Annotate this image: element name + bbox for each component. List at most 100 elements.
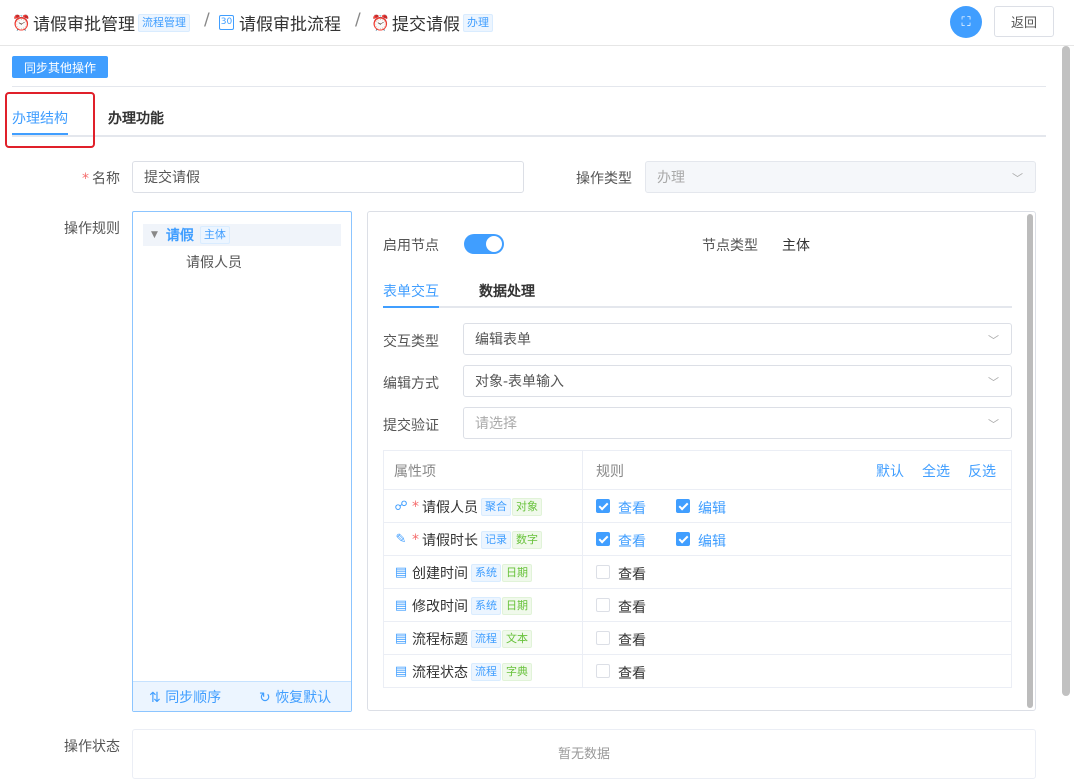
select-all-action[interactable]: 全选 (922, 461, 950, 481)
default-action[interactable]: 默认 (876, 461, 904, 481)
breadcrumb-label: 提交请假 (392, 15, 460, 35)
enable-node-switch[interactable] (464, 234, 504, 254)
tree-node-root[interactable]: ▼ 请假 主体 (143, 224, 341, 246)
property-tag: 数字 (512, 530, 542, 549)
tree-node-child[interactable]: 请假人员 (186, 252, 242, 272)
link-icon: ☍ (394, 499, 408, 514)
view-checkbox[interactable] (596, 631, 610, 645)
breadcrumb-tag: 流程管理 (138, 13, 190, 32)
edit-mode-label: 编辑方式 (383, 376, 439, 392)
fullscreen-icon: ⛶ (961, 14, 971, 30)
view-checkbox[interactable] (596, 532, 610, 546)
sync-order-button[interactable]: ⇅ 同步顺序 (149, 687, 221, 707)
property-name: 修改时间 (412, 598, 468, 615)
panel-scrollbar[interactable] (1027, 214, 1033, 708)
calendar-icon: 30 (219, 15, 234, 30)
view-checkbox-label: 查看 (618, 666, 646, 682)
caret-down-icon: ▼ (151, 230, 158, 240)
edit-checkbox-label: 编辑 (698, 534, 726, 550)
chevron-down-icon: ﹀ (988, 376, 999, 389)
subtabs-divider (383, 306, 1012, 308)
view-checkbox[interactable] (596, 598, 610, 612)
status-label: 操作状态 (64, 739, 120, 755)
tree-node-tag: 主体 (199, 226, 230, 244)
view-checkbox-label: 查看 (618, 600, 646, 616)
back-button[interactable]: 返回 (994, 6, 1054, 37)
column-header-property: 属性项 (394, 464, 436, 480)
restore-default-button[interactable]: ↻ 恢复默认 (259, 687, 331, 707)
breadcrumb-tag: 办理 (463, 13, 493, 32)
chevron-down-icon: ﹀ (988, 334, 999, 347)
property-cell: ▤ 流程标题 流程 文本 (394, 622, 532, 655)
edit-checkbox-label: 编辑 (698, 501, 726, 517)
property-tag: 文本 (502, 629, 532, 648)
tab-form-interaction[interactable]: 表单交互 (383, 281, 439, 301)
edit-checkbox[interactable] (676, 532, 690, 546)
top-bar: ⏰ 请假审批管理 流程管理 / 30 请假审批流程 / ⏰ 提交请假 办理 ⛶ … (0, 0, 1074, 46)
property-cell: ▤ 修改时间 系统 日期 (394, 589, 532, 622)
highlight-box (5, 92, 95, 148)
view-checkbox-label: 查看 (618, 501, 646, 517)
name-label: * 名称 (82, 171, 120, 187)
property-tag: 流程 (471, 662, 501, 681)
property-tag: 聚合 (481, 497, 511, 516)
view-checkbox-label: 查看 (618, 633, 646, 649)
chevron-down-icon: ﹀ (1012, 172, 1023, 185)
property-tag: 流程 (471, 629, 501, 648)
name-input[interactable]: 提交请假 (132, 161, 524, 193)
tree-footer: ⇅ 同步顺序 ↻ 恢复默认 (133, 681, 351, 711)
chevron-down-icon: ﹀ (988, 418, 999, 431)
column-header-rule: 规则 (596, 464, 624, 480)
refresh-icon: ↻ (259, 690, 276, 706)
table-row: ▤ 流程标题 流程 文本 查看 (384, 622, 1011, 655)
node-config-panel: 启用节点 节点类型 主体 表单交互 数据处理 交互类型 编辑表单 ﹀ 编辑方式 对… (367, 211, 1036, 711)
required-mark: * (412, 498, 419, 515)
document-icon: ▤ (394, 664, 408, 679)
breadcrumb-item-management[interactable]: ⏰ 请假审批管理 流程管理 (12, 10, 190, 35)
property-tag: 日期 (502, 563, 532, 582)
submit-validation-select[interactable]: 请选择 ﹀ (463, 407, 1012, 439)
table-row: ✎ * 请假时长 记录 数字 查看 编辑 (384, 523, 1011, 556)
breadcrumb-label: 请假审批流程 (239, 15, 341, 35)
table-row: ▤ 修改时间 系统 日期 查看 (384, 589, 1011, 622)
invert-selection-action[interactable]: 反选 (968, 461, 996, 481)
required-mark: * (412, 531, 419, 548)
alarm-clock-icon: ⏰ (371, 13, 390, 32)
view-checkbox[interactable] (596, 499, 610, 513)
table-row: ▤ 创建时间 系统 日期 查看 (384, 556, 1011, 589)
tab-functions[interactable]: 办理功能 (108, 108, 164, 128)
view-checkbox[interactable] (596, 664, 610, 678)
property-tag: 系统 (471, 563, 501, 582)
breadcrumb-item-submit[interactable]: ⏰ 提交请假 办理 (371, 10, 493, 35)
breadcrumb-separator: / (355, 10, 361, 30)
breadcrumb-label: 请假审批管理 (33, 15, 135, 35)
view-checkbox[interactable] (596, 565, 610, 579)
breadcrumb-separator: / (204, 10, 210, 30)
main-tabs: 办理结构 办理功能 (12, 100, 1046, 137)
property-tag: 日期 (502, 596, 532, 615)
property-tag: 记录 (481, 530, 511, 549)
property-tag: 对象 (512, 497, 542, 516)
rules-label: 操作规则 (64, 221, 120, 237)
edit-mode-select[interactable]: 对象-表单输入 ﹀ (463, 365, 1012, 397)
divider (12, 86, 1046, 87)
property-name: 创建时间 (412, 565, 468, 582)
page-scrollbar[interactable] (1062, 46, 1070, 696)
submit-validation-label: 提交验证 (383, 418, 439, 434)
sort-icon: ⇅ (149, 690, 166, 706)
interaction-type-select[interactable]: 编辑表单 ﹀ (463, 323, 1012, 355)
subtab-indicator (383, 306, 439, 308)
table-row: ▤ 流程状态 流程 字典 查看 (384, 655, 1011, 688)
status-empty: 暂无数据 (132, 729, 1036, 779)
alarm-clock-icon: ⏰ (12, 13, 31, 32)
node-type-label: 节点类型 (702, 238, 758, 254)
tab-data-processing[interactable]: 数据处理 (479, 281, 535, 301)
pencil-icon: ✎ (395, 532, 407, 547)
breadcrumb-item-flow[interactable]: 30 请假审批流程 (219, 10, 341, 35)
enable-node-label: 启用节点 (383, 238, 439, 254)
edit-checkbox[interactable] (676, 499, 690, 513)
fullscreen-button[interactable]: ⛶ (950, 6, 982, 38)
property-tag: 系统 (471, 596, 501, 615)
property-name: 请假时长 (422, 532, 478, 549)
sync-other-operations-button[interactable]: 同步其他操作 (12, 56, 108, 78)
